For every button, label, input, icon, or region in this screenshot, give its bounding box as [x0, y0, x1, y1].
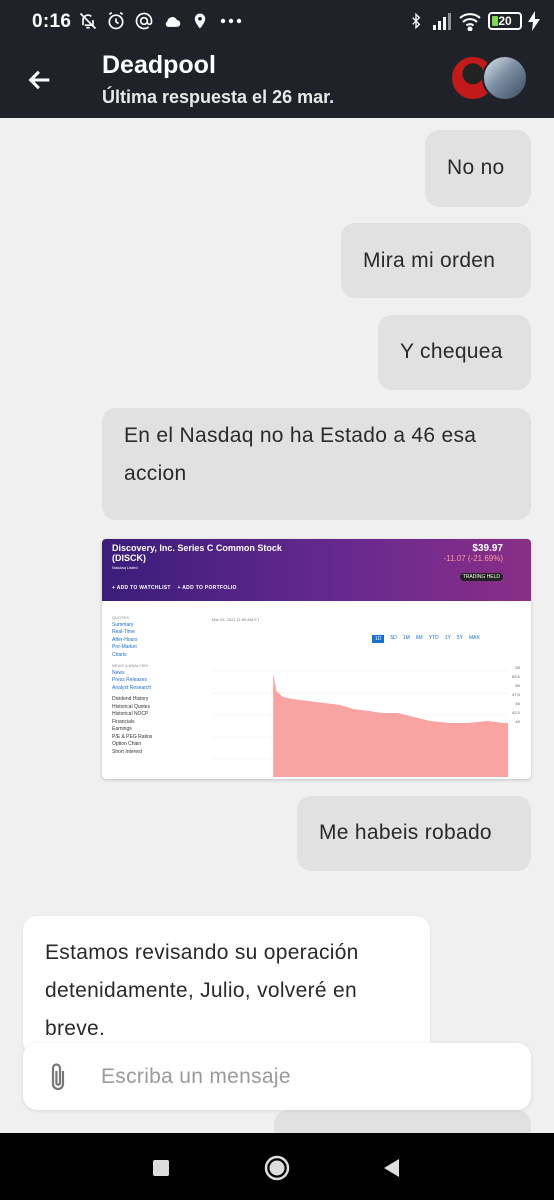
agent-avatars[interactable] [450, 55, 528, 101]
sidebar-head: QUOTES [112, 615, 129, 620]
trading-halted-badge: TRADING HELD [459, 573, 503, 581]
range-option: MAX [468, 635, 480, 641]
status-icons-right: 20 [406, 10, 540, 32]
cloud-icon [162, 10, 182, 32]
price-axis: 55 52.5 50 47.5 45 42.5 40 [512, 663, 520, 726]
add-portfolio-link: + ADD TO PORTFOLIO [177, 585, 237, 591]
message-composer [23, 1043, 531, 1110]
sidebar-item: Financials [112, 718, 135, 725]
sidebar-item: Earnings [112, 726, 132, 732]
axis-tick: 47.5 [512, 692, 520, 697]
sidebar-item: P/E & PEG Ratios [112, 733, 153, 740]
status-time: 0:16 [32, 11, 72, 32]
attach-button[interactable] [43, 1059, 73, 1095]
more-dots-icon [218, 10, 244, 32]
recents-button[interactable] [146, 1153, 176, 1183]
status-bar: 0:16 20 [0, 0, 554, 44]
axis-tick: 42.5 [512, 710, 520, 715]
sidebar-item: Real-Time [112, 629, 135, 635]
battery-icon: 20 [488, 12, 522, 30]
status-icons-left [78, 10, 244, 32]
system-nav-bar [0, 1133, 554, 1200]
message-bubble: Y chequea [378, 315, 531, 390]
quote-company: Discovery, Inc. Series C Common Stock [112, 543, 282, 553]
message-bubble: Mira mi orden [341, 223, 531, 298]
bluetooth-icon [406, 10, 426, 32]
sidebar-item: Option Chain [112, 741, 142, 747]
quote-change: -11.07 (-21.69%) [443, 554, 503, 563]
chat-header: Deadpool Última respuesta el 26 mar. [0, 44, 554, 118]
quote-header: Discovery, Inc. Series C Common Stock (D… [102, 539, 531, 601]
quote-date: Mar 26, 2021 11:59 AM ET [212, 617, 260, 622]
chat-title: Deadpool [102, 51, 216, 79]
triangle-back-icon [384, 1159, 399, 1177]
message-input[interactable] [101, 1057, 511, 1097]
home-button[interactable] [262, 1153, 292, 1183]
range-option: 6M [415, 635, 423, 641]
signal-icon [432, 10, 452, 32]
wifi-icon [458, 10, 482, 32]
sidebar-head: NEWS & ANALYSIS [112, 663, 148, 668]
quote-price: $39.97 [472, 543, 503, 554]
sidebar-item: Summary [112, 621, 134, 628]
range-option: 1D [372, 635, 385, 643]
sidebar-item: Historical Quotes [112, 703, 151, 710]
message-list[interactable]: No no Mira mi orden Y chequea En el Nasd… [0, 118, 554, 1133]
axis-tick: 52.5 [512, 674, 520, 679]
message-bubble [274, 1110, 531, 1133]
axis-tick: 40 [515, 719, 520, 724]
range-option: 1Y [444, 635, 451, 641]
last-reply-text: Última respuesta el 26 mar. [102, 87, 335, 107]
at-icon [134, 10, 154, 32]
location-icon [190, 10, 210, 32]
quote-sidebar: QUOTES Summary Real-Time After-Hours Pre… [112, 611, 202, 756]
message-bubble: Me habeis robado [297, 796, 531, 871]
sidebar-item: Press Releases [112, 677, 148, 683]
charging-icon [528, 10, 540, 32]
circle-icon [264, 1155, 290, 1181]
message-bubble: En el Nasdaq no ha Estado a 46 esa accio… [102, 408, 531, 520]
quote-ticker: (DISCK) [112, 553, 146, 563]
avatar [482, 55, 528, 101]
axis-tick: 55 [515, 665, 520, 670]
sidebar-item: After-Hours [112, 636, 138, 643]
paperclip-icon [51, 1063, 65, 1091]
range-option: 5D [390, 635, 397, 641]
sidebar-item: Dividend History [112, 696, 149, 702]
battery-level: 20 [498, 14, 512, 28]
price-chart [212, 670, 508, 777]
range-option: 1M [402, 635, 410, 641]
axis-tick: 45 [515, 701, 520, 706]
agent-message-bubble: Estamos revisando su operación detenidam… [23, 916, 430, 1056]
sidebar-item: Short Interest [112, 748, 143, 755]
sidebar-item: News [112, 669, 125, 676]
axis-tick: 50 [515, 683, 520, 688]
arrow-left-icon [28, 70, 50, 90]
range-option: 5Y [456, 635, 463, 641]
sidebar-item: Historical NOCP [112, 711, 149, 717]
range-option: YTD [428, 635, 439, 641]
back-nav-button[interactable] [376, 1153, 406, 1183]
sidebar-item: Analyst Research [112, 684, 152, 691]
image-attachment[interactable]: Discovery, Inc. Series C Common Stock (D… [102, 539, 531, 779]
alarm-icon [106, 10, 126, 32]
add-watchlist-link: + ADD TO WATCHLIST [112, 585, 171, 591]
square-icon [153, 1160, 169, 1176]
sidebar-item: Pre-Market [112, 644, 137, 650]
back-button[interactable] [22, 62, 58, 98]
range-selector: 1D 5D 1M 6M YTD 1Y 5Y MAX [372, 635, 480, 643]
sidebar-item: Charts [112, 651, 127, 658]
notifications-off-icon [78, 10, 98, 32]
quote-exchange: Nasdaq Listed [112, 565, 138, 570]
message-bubble: No no [425, 130, 531, 207]
